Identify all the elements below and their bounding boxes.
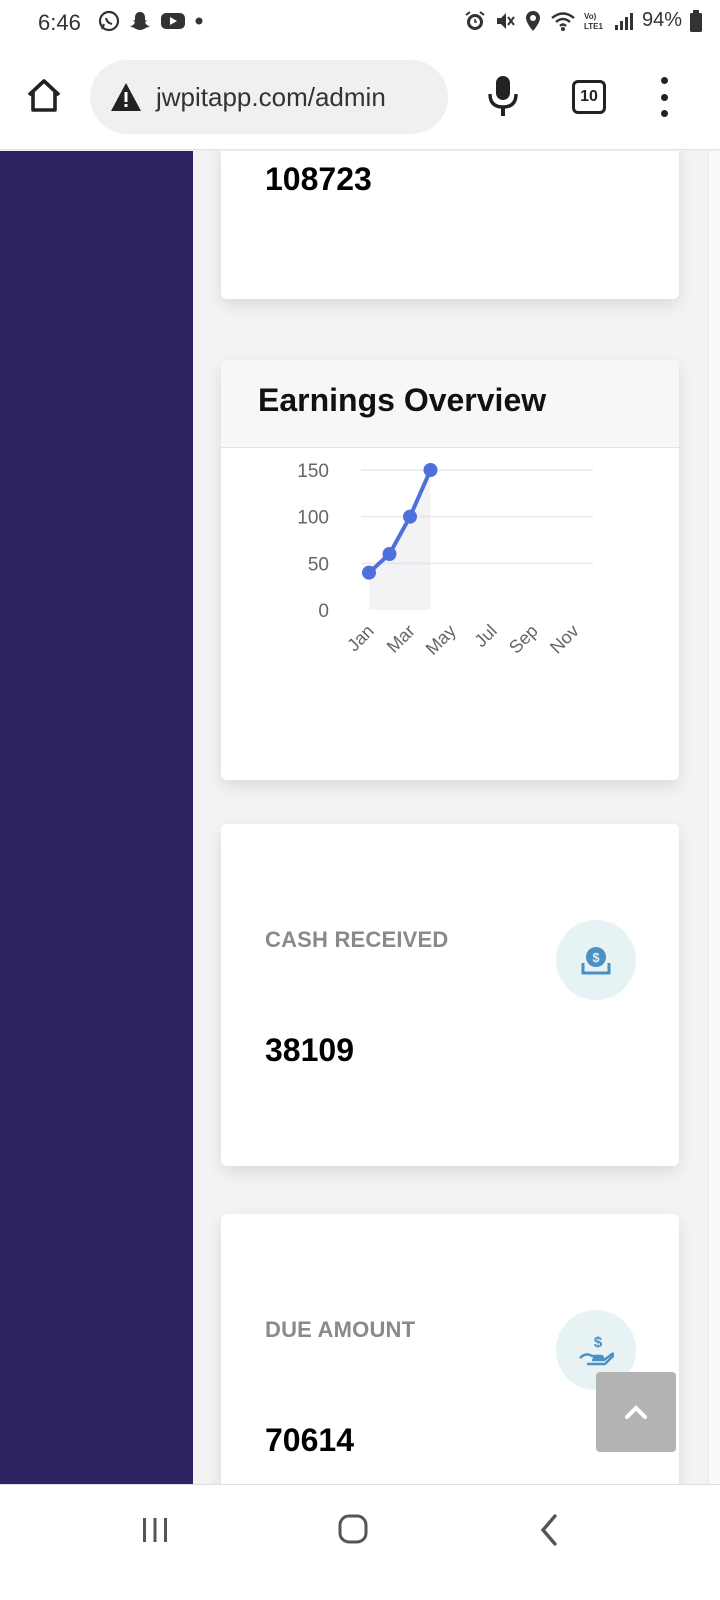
volte-icon: Vo)LTE1 (584, 12, 604, 31)
money-deposit-icon: $ (556, 920, 636, 1000)
recent-apps-icon[interactable] (139, 1515, 171, 1545)
earnings-header: Earnings Overview (221, 360, 679, 448)
earnings-overview-card: Earnings Overview 150 100 50 0 Jan Mar May Jul S… (221, 360, 679, 780)
x-tick-label: Nov (546, 621, 583, 658)
mute-icon (496, 12, 515, 29)
status-bar: 6:46 Vo) LTE1 94% (0, 0, 720, 46)
battery-icon (690, 9, 702, 32)
browser-toolbar: jwpitapp.com/admin 10 (0, 46, 720, 150)
scroll-edge (708, 151, 720, 1484)
svg-text:$: $ (592, 950, 600, 965)
cash-received-label: CASH RECEIVED (265, 927, 449, 952)
sidebar (0, 151, 193, 1484)
microphone-icon[interactable] (487, 74, 519, 118)
notification-icons (98, 10, 203, 32)
x-tick-label: Sep (505, 621, 542, 658)
status-time: 6:46 (38, 10, 81, 35)
warning-icon[interactable] (110, 82, 142, 112)
y-tick-label: 50 (308, 554, 329, 575)
wifi-icon (551, 11, 575, 31)
system-nav-bar (0, 1484, 720, 1600)
svg-text:LTE1: LTE1 (584, 22, 604, 31)
snapchat-icon (130, 12, 150, 30)
alarm-icon (465, 10, 485, 30)
due-amount-label: DUE AMOUNT (265, 1317, 416, 1342)
x-tick-label: May (422, 621, 460, 659)
svg-text:$: $ (594, 1334, 603, 1351)
data-point (423, 463, 438, 477)
back-to-top-button[interactable] (596, 1372, 676, 1452)
main-content: 108723 Earnings Overview 150 100 50 0 Jan Mar… (193, 151, 720, 1484)
data-point (382, 547, 397, 561)
y-tick-label: 100 (297, 508, 329, 529)
cash-received-value: 38109 (265, 1032, 354, 1068)
total-card: 108723 (221, 151, 679, 299)
x-tick-label: Jul (470, 621, 500, 651)
x-tick-label: Mar (383, 621, 419, 657)
total-value: 108723 (265, 161, 372, 197)
more-menu-icon[interactable] (656, 77, 672, 117)
data-point (403, 509, 417, 524)
whatsapp-icon (98, 10, 120, 32)
svg-text:Vo): Vo) (584, 12, 597, 21)
address-bar[interactable]: jwpitapp.com/admin (90, 60, 448, 134)
dot-icon (195, 17, 203, 25)
home-nav-icon[interactable] (337, 1513, 369, 1545)
tab-switcher-button[interactable]: 10 (572, 80, 606, 114)
earnings-title: Earnings Overview (258, 382, 547, 418)
home-icon[interactable] (24, 76, 64, 116)
system-status-icons: Vo) LTE1 94% (464, 9, 702, 32)
back-nav-icon[interactable] (538, 1513, 560, 1547)
chevron-up-icon (625, 1405, 647, 1419)
y-tick-label: 0 (318, 601, 329, 622)
url-text[interactable]: jwpitapp.com/admin (156, 82, 386, 113)
x-tick-label: Jan (343, 621, 378, 656)
earnings-chart: 150 100 50 0 Jan Mar May Jul Sep Nov (297, 461, 593, 659)
cash-received-card: CASH RECEIVED 38109 $ (221, 824, 679, 1166)
location-icon (525, 10, 540, 31)
battery-percent: 94% (641, 9, 682, 31)
youtube-icon (161, 13, 185, 29)
tab-count: 10 (580, 88, 598, 105)
y-tick-label: 150 (297, 461, 329, 482)
signal-icon (614, 12, 633, 30)
due-amount-value: 70614 (265, 1422, 354, 1458)
data-point (362, 565, 376, 580)
